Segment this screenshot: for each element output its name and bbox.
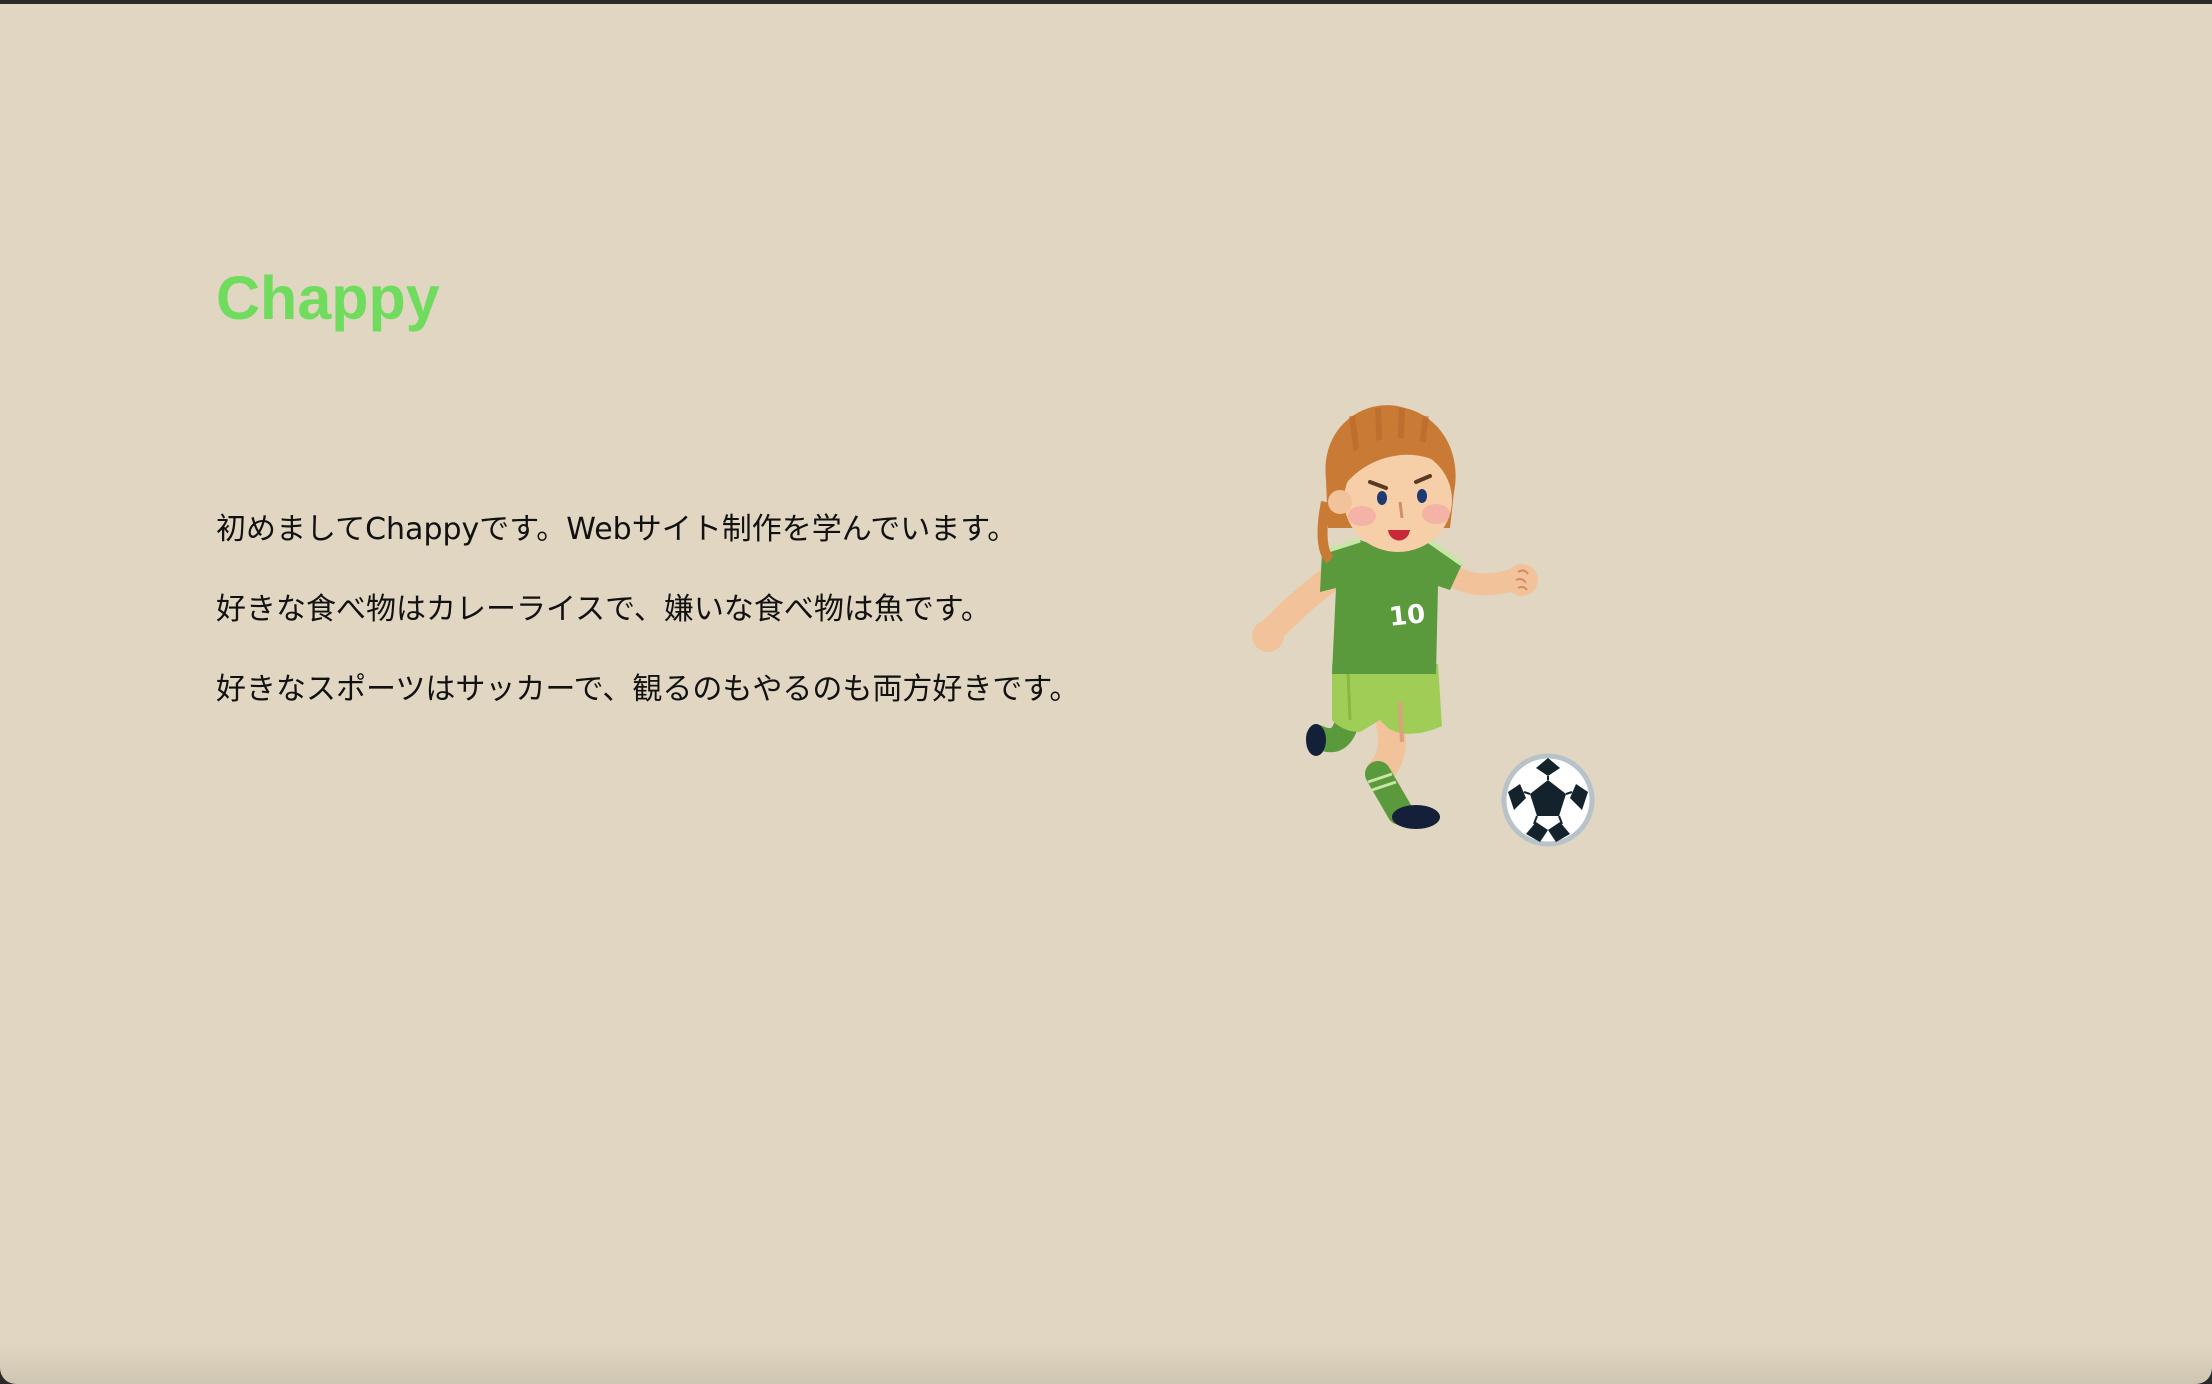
player-front-sock — [1365, 761, 1413, 825]
browser-viewport: Chappy 初めましてChappyです。Webサイト制作を学んでいます。 好き… — [0, 4, 2212, 1384]
player-back-hand — [1252, 620, 1284, 652]
player-front-shoe — [1392, 805, 1440, 829]
player-back-shoe — [1306, 724, 1326, 756]
soccer-ball-icon — [1501, 753, 1595, 847]
player-hair-back — [1317, 501, 1334, 564]
intro-line-sports: 好きなスポーツはサッカーで、観るのもやるのも両方好きです。 — [216, 672, 1080, 707]
intro-line-food: 好きな食べ物はカレーライスで、嫌いな食べ物は魚です。 — [216, 592, 991, 627]
intro-line-greeting: 初めましてChappyです。Webサイト制作を学んでいます。 — [216, 512, 1018, 547]
intro-section: 初めましてChappyです。Webサイト制作を学んでいます。 好きな食べ物はカレ… — [216, 514, 1216, 754]
jersey-number: 10 — [1388, 599, 1427, 633]
soccer-player-icon: 10 — [1252, 405, 1595, 847]
player-ear — [1328, 490, 1352, 514]
player-eye-right — [1417, 489, 1427, 503]
site-title: Chappy — [216, 264, 440, 332]
player-eye-left — [1377, 491, 1387, 505]
